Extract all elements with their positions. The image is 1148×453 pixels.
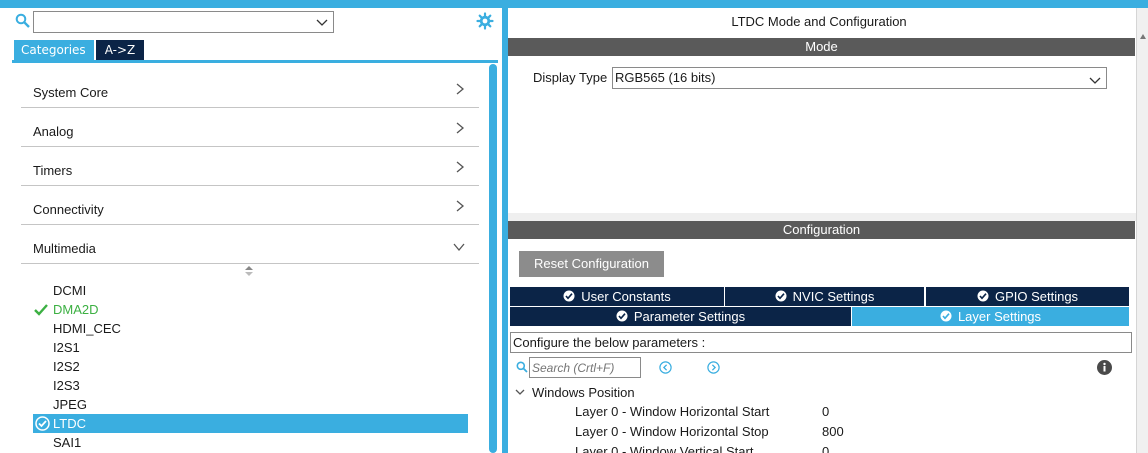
param-name[interactable]: Layer 0 - Window Horizontal Stop (575, 422, 769, 442)
peripheral-item-dcmi[interactable]: DCMI (53, 281, 86, 300)
scroll-up-arrow-icon[interactable] (1139, 30, 1147, 39)
param-value[interactable]: 0 (822, 442, 829, 453)
peripheral-item-i2s3[interactable]: I2S3 (53, 376, 80, 395)
check-icon (34, 304, 48, 316)
chevron-right-icon (455, 161, 465, 173)
tab-layer-settings[interactable]: Layer Settings (852, 307, 1129, 326)
tab-underline (12, 60, 498, 63)
previous-result-icon[interactable] (659, 361, 672, 374)
search-icon[interactable] (15, 13, 31, 29)
chevron-down-icon[interactable] (515, 385, 525, 395)
peripheral-label: LTDC (53, 416, 86, 431)
chevron-right-icon (455, 200, 465, 212)
check-circle-icon (563, 288, 575, 302)
check-circle-icon (940, 308, 952, 322)
param-value[interactable]: 800 (822, 422, 844, 442)
mode-section-header: Mode (508, 38, 1135, 56)
param-value[interactable]: 0 (822, 402, 829, 422)
category-label: Timers (33, 163, 73, 178)
gear-icon[interactable] (476, 12, 494, 30)
param-name[interactable]: Layer 0 - Window Horizontal Start (575, 402, 769, 422)
category-label: Analog (33, 124, 74, 139)
peripheral-item-jpeg[interactable]: JPEG (53, 395, 87, 414)
tab-label: Parameter Settings (633, 309, 746, 324)
check-circle-icon (616, 308, 628, 322)
next-result-icon[interactable] (707, 361, 720, 374)
reset-configuration-button[interactable]: Reset Configuration (519, 251, 664, 277)
tree-group-label: Windows Position (532, 385, 635, 400)
tab-label: Layer Settings (957, 309, 1042, 324)
sidebar-scrollbar[interactable] (489, 64, 497, 453)
tab-label: GPIO Settings (994, 289, 1079, 304)
category-multimedia[interactable]: Multimedia (21, 226, 479, 264)
configuration-panel: LTDC Mode and Configuration Mode Display… (508, 8, 1136, 453)
category-label: Connectivity (33, 202, 104, 217)
peripheral-item-sai1[interactable]: SAI1 (53, 433, 81, 452)
peripheral-item-hdmi-cec[interactable]: HDMI_CEC (53, 319, 121, 338)
tab-nvic-settings[interactable]: NVIC Settings (725, 287, 924, 306)
chevron-right-icon (455, 83, 465, 95)
peripheral-item-i2s1[interactable]: I2S1 (53, 338, 80, 357)
peripheral-item-ltdc[interactable]: LTDC (33, 414, 468, 433)
display-type-value: RGB565 (16 bits) (615, 70, 716, 85)
category-connectivity[interactable]: Connectivity (21, 187, 479, 225)
category-label: Multimedia (33, 241, 96, 256)
tab-label: User Constants (581, 289, 671, 304)
peripheral-search-combo[interactable] (33, 11, 334, 33)
category-analog[interactable]: Analog (21, 109, 479, 147)
sort-arrows-icon[interactable] (244, 265, 254, 277)
tab-gpio-settings[interactable]: GPIO Settings (926, 287, 1129, 306)
page-title: LTDC Mode and Configuration (731, 14, 907, 29)
chevron-down-icon (453, 241, 465, 252)
peripheral-item-i2s2[interactable]: I2S2 (53, 357, 80, 376)
tab-label: NVIC Settings (792, 289, 875, 304)
display-type-label: Display Type (533, 70, 608, 85)
tree-group-windows-position[interactable]: Windows Position (515, 385, 635, 400)
peripheral-item-dma2d[interactable]: DMA2D (53, 300, 99, 319)
top-accent-strip (0, 0, 1148, 8)
param-name[interactable]: Layer 0 - Window Vertical Start (575, 442, 753, 453)
chevron-down-icon[interactable] (1089, 72, 1101, 84)
tab-a-to-z[interactable]: A->Z (96, 40, 144, 60)
check-circle-icon (775, 288, 787, 302)
configure-message: Configure the below parameters : (510, 332, 1132, 353)
chevron-down-icon[interactable] (316, 16, 328, 28)
right-scrollbar[interactable] (1136, 8, 1148, 453)
info-icon[interactable] (1097, 360, 1112, 375)
peripheral-sidebar: Categories A->Z System Core Analog Timer… (0, 8, 502, 453)
display-type-select[interactable]: RGB565 (16 bits) (612, 67, 1107, 89)
tab-categories[interactable]: Categories (14, 40, 94, 60)
search-icon (516, 361, 528, 373)
tab-user-constants[interactable]: User Constants (510, 287, 724, 306)
tab-parameter-settings[interactable]: Parameter Settings (510, 307, 851, 326)
section-divider (508, 213, 1136, 221)
category-label: System Core (33, 85, 109, 100)
check-circle-icon (35, 416, 50, 431)
configuration-section-header: Configuration (508, 221, 1135, 239)
check-circle-icon (977, 288, 989, 302)
parameter-search-input[interactable] (529, 357, 641, 378)
category-system-core[interactable]: System Core (21, 70, 479, 108)
chevron-right-icon (455, 122, 465, 134)
category-timers[interactable]: Timers (21, 148, 479, 186)
